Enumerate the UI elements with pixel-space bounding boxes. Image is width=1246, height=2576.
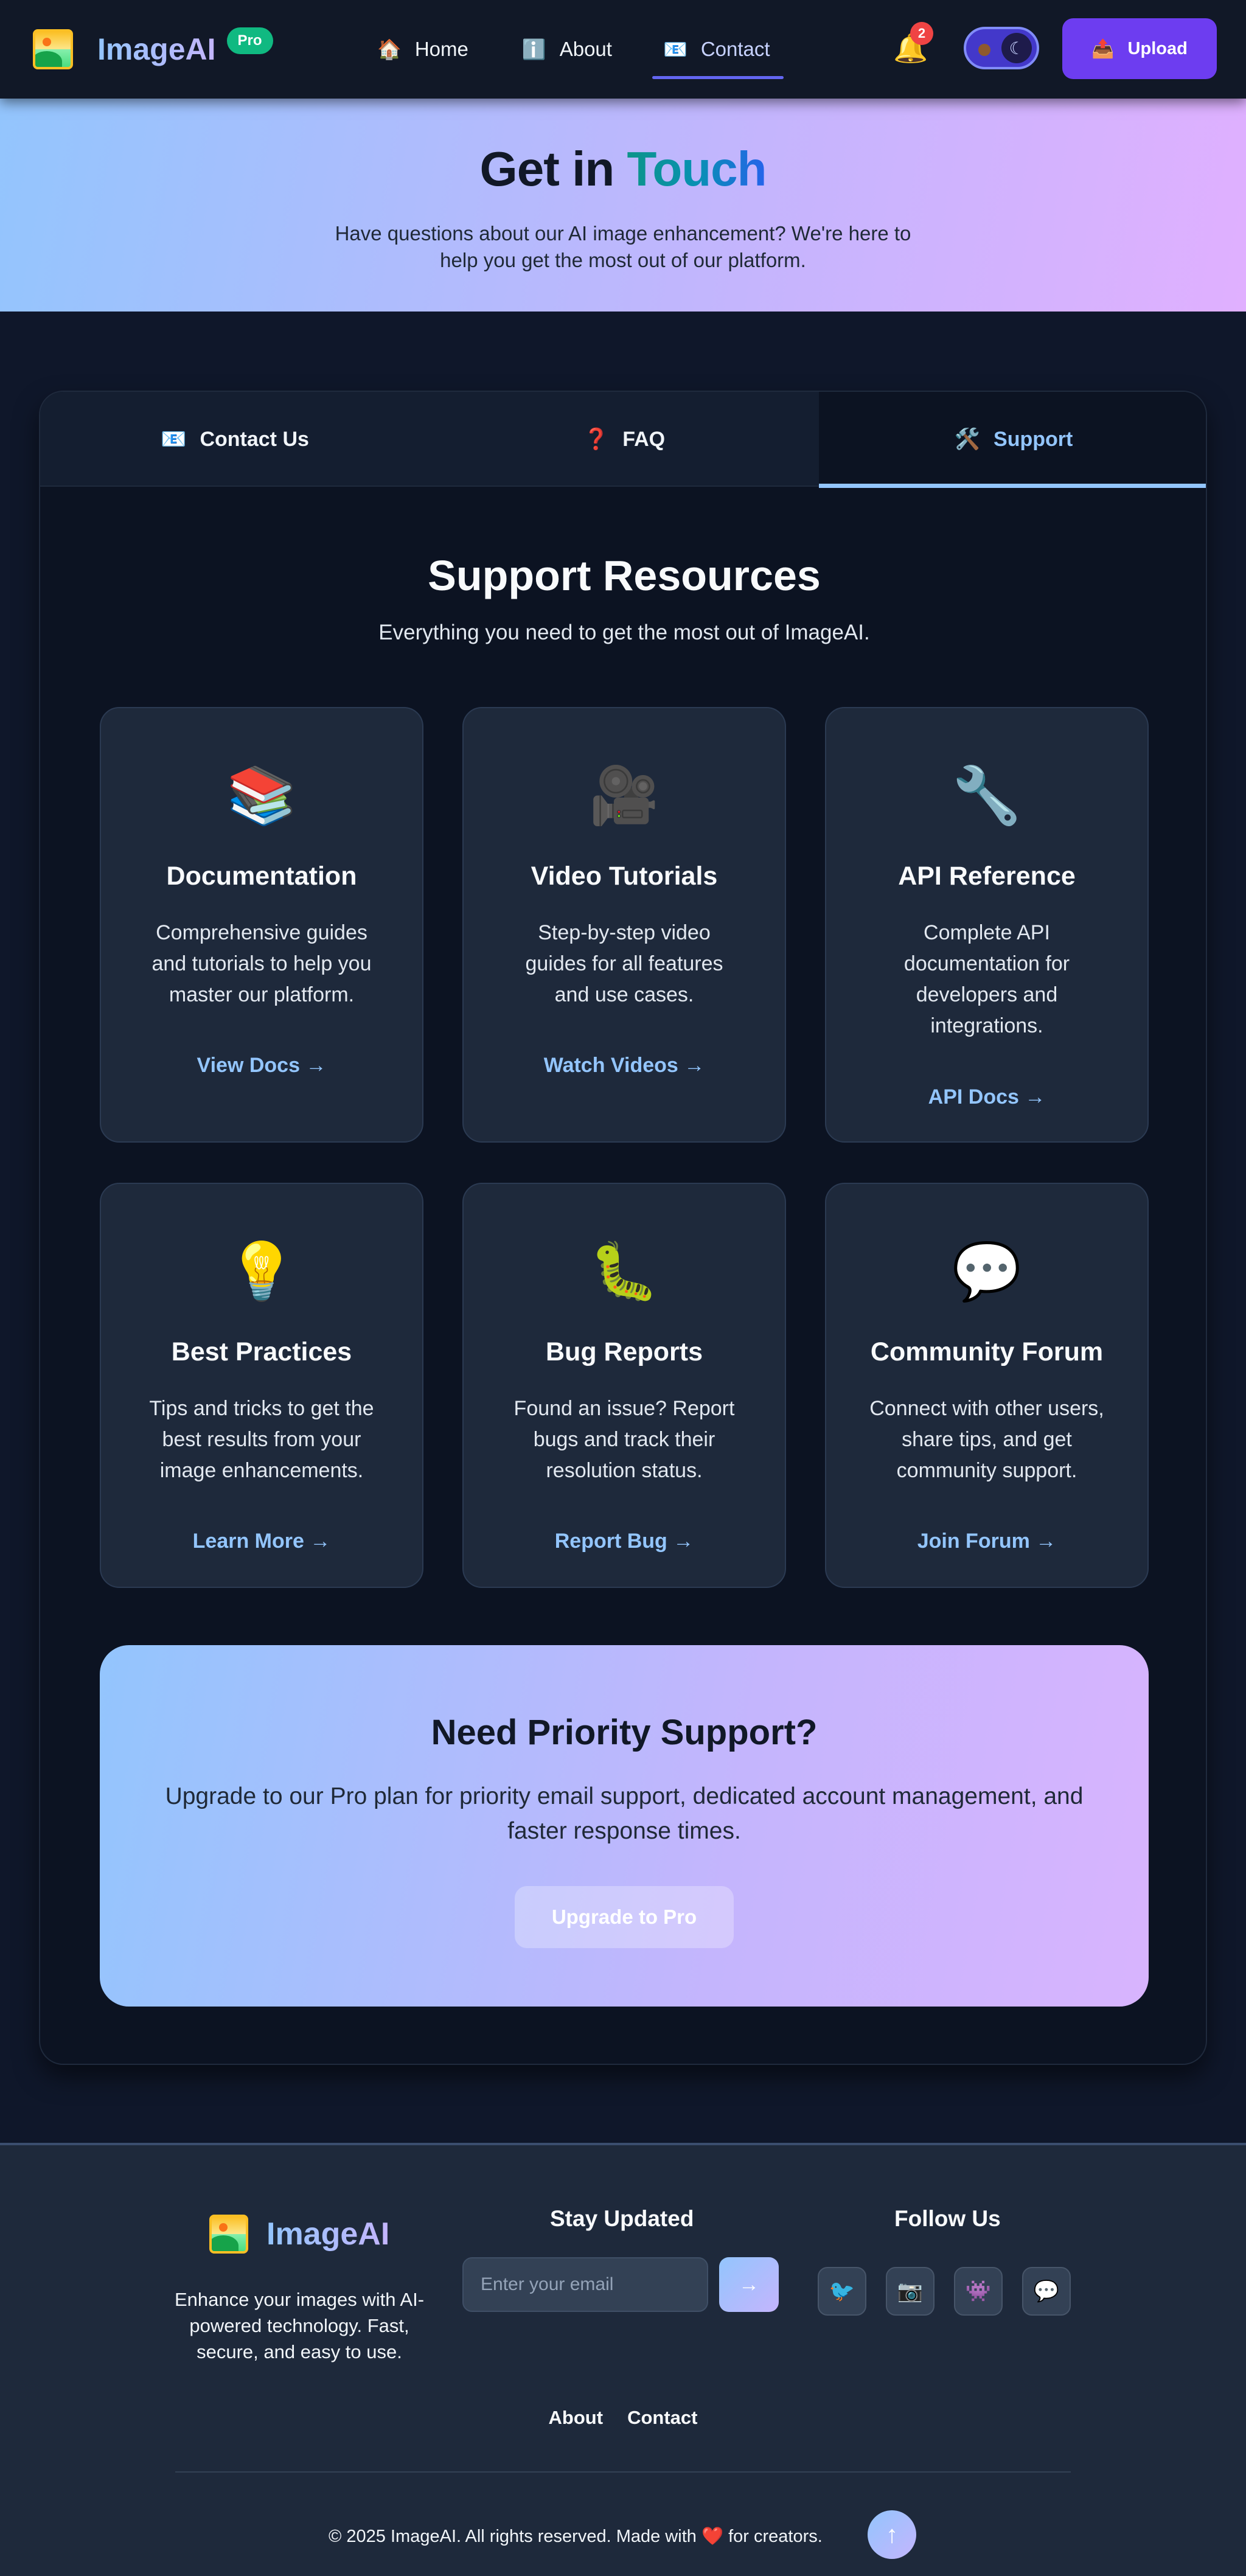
nav-links: 🏠 Home ℹ️ About 📧 Contact — [377, 0, 784, 99]
tab-label: Contact Us — [200, 427, 309, 451]
tab-bar: 📧 Contact Us ❓ FAQ 🛠️ Support — [40, 392, 1206, 488]
priority-title: Need Priority Support? — [431, 1713, 818, 1752]
upgrade-to-pro-button[interactable]: Upgrade to Pro — [515, 1886, 734, 1948]
nav-link-contact[interactable]: 📧 Contact — [652, 0, 784, 99]
card-description: Comprehensive guides and tutorials to he… — [151, 921, 372, 1006]
stay-updated-heading: Stay Updated — [550, 2206, 694, 2231]
join-forum-link[interactable]: Join Forum → — [826, 1530, 1147, 1553]
newsletter-submit-button[interactable]: → — [719, 2257, 779, 2312]
question-icon: ❓ — [583, 428, 610, 451]
nav-link-label: Contact — [700, 38, 770, 60]
hero-banner: Get in Touch Have questions about our AI… — [0, 99, 1246, 312]
footer-divider — [175, 2471, 1071, 2473]
priority-description: Upgrade to our Pro plan for priority ema… — [165, 1783, 1084, 1844]
notification-count-badge: 2 — [910, 22, 933, 45]
tab-contact-us[interactable]: 📧 Contact Us — [40, 392, 430, 487]
nav-link-label: About — [559, 38, 612, 60]
discord-icon[interactable]: 👾 — [954, 2267, 1003, 2316]
footer-link-contact[interactable]: Contact — [627, 2407, 697, 2429]
theme-toggle[interactable]: ☾ — [964, 27, 1039, 69]
tab-faq[interactable]: ❓ FAQ — [430, 392, 819, 487]
logo-image-icon — [209, 2215, 248, 2254]
upload-icon: 📤 — [1091, 38, 1115, 59]
video-camera-icon: 🎥 — [589, 765, 660, 827]
bug-icon: 🐛 — [589, 1241, 660, 1303]
scroll-to-top-button[interactable]: ↑ — [868, 2510, 916, 2559]
priority-support-banner: Need Priority Support? Upgrade to our Pr… — [100, 1645, 1149, 2007]
sun-icon — [978, 44, 990, 56]
books-icon: 📚 — [226, 765, 297, 827]
resource-card-documentation: 📚 Documentation Comprehensive guides and… — [100, 707, 423, 1143]
twitter-icon[interactable]: 🐦 — [818, 2267, 866, 2316]
heart-icon: ❤️ — [701, 2527, 724, 2546]
page-title: Get in Touch — [479, 142, 767, 196]
card-title: API Reference — [898, 862, 1076, 891]
card-title: Bug Reports — [546, 1337, 703, 1366]
email-icon: 📧 — [663, 38, 687, 60]
resource-card-community-forum: 💬 Community Forum Connect with other use… — [825, 1183, 1149, 1588]
card-description: Step-by-step video guides for all featur… — [525, 921, 723, 1006]
resource-card-bug-reports: 🐛 Bug Reports Found an issue? Report bug… — [462, 1183, 786, 1588]
card-description: Connect with other users, share tips, an… — [869, 1397, 1104, 1482]
house-icon: 🏠 — [377, 38, 402, 60]
instagram-icon[interactable]: 📷 — [886, 2267, 934, 2316]
view-docs-link[interactable]: View Docs → — [101, 1054, 422, 1077]
brand-name[interactable]: ImageAI — [97, 32, 216, 67]
api-docs-link[interactable]: API Docs → — [826, 1085, 1147, 1109]
chat-icon[interactable]: 💬 — [1022, 2267, 1071, 2316]
top-navbar: ImageAI Pro 🏠 Home ℹ️ About 📧 Contact 🔔 … — [0, 0, 1246, 99]
hero-subtitle: Have questions about our AI image enhanc… — [335, 222, 911, 271]
card-title: Community Forum — [870, 1337, 1104, 1366]
newsletter-email-input[interactable]: Enter your email — [462, 2257, 708, 2312]
footer-description: Enhance your images with AI-powered tech… — [174, 2289, 425, 2362]
tab-label: FAQ — [622, 427, 666, 451]
resource-card-best-practices: 💡 Best Practices Tips and tricks to get … — [100, 1183, 423, 1588]
card-description: Tips and tricks to get the best results … — [149, 1397, 374, 1482]
watch-videos-link[interactable]: Watch Videos → — [464, 1054, 785, 1077]
resource-card-video-tutorials: 🎥 Video Tutorials Step-by-step video gui… — [462, 707, 786, 1143]
tab-support[interactable]: 🛠️ Support — [819, 392, 1206, 488]
footer: ImageAI Enhance your images with AI-powe… — [0, 2143, 1246, 2576]
report-bug-link[interactable]: Report Bug → — [464, 1530, 785, 1553]
upload-button[interactable]: 📤 Upload — [1062, 18, 1217, 79]
copyright-text: © 2025 ImageAI. All rights reserved. Mad… — [329, 2527, 823, 2546]
moon-icon: ☾ — [1001, 33, 1032, 63]
card-title: Video Tutorials — [531, 862, 718, 891]
logo-image-icon[interactable] — [33, 29, 73, 69]
tools-icon: 🛠️ — [954, 428, 981, 451]
info-icon: ℹ️ — [521, 38, 546, 60]
tab-label: Support — [994, 427, 1073, 451]
nav-link-about[interactable]: ℹ️ About — [522, 0, 612, 99]
nav-link-home[interactable]: 🏠 Home — [377, 0, 468, 99]
resource-card-api-reference: 🔧 API Reference Complete API documentati… — [825, 707, 1149, 1143]
speech-bubble-icon: 💬 — [952, 1241, 1022, 1303]
learn-more-link[interactable]: Learn More → — [101, 1530, 422, 1553]
section-title: Support Resources — [428, 552, 821, 599]
card-description: Found an issue? Report bugs and track th… — [513, 1397, 735, 1482]
follow-us-heading: Follow Us — [894, 2206, 1001, 2231]
email-icon: 📧 — [161, 428, 187, 451]
card-title: Documentation — [166, 862, 357, 891]
contact-panel: 📧 Contact Us ❓ FAQ 🛠️ Support Support Re… — [39, 391, 1207, 2065]
footer-links: About Contact — [0, 2407, 1246, 2429]
footer-brand-name: ImageAI — [266, 2216, 390, 2252]
pro-badge: Pro — [226, 27, 273, 54]
section-subtitle: Everything you need to get the most out … — [378, 621, 870, 644]
footer-link-about[interactable]: About — [549, 2407, 604, 2429]
nav-link-label: Home — [414, 38, 468, 60]
wrench-icon: 🔧 — [952, 765, 1022, 827]
card-description: Complete API documentation for developer… — [903, 921, 1070, 1037]
lightbulb-icon: 💡 — [226, 1241, 297, 1303]
card-title: Best Practices — [171, 1337, 352, 1366]
footer-logo[interactable]: ImageAI — [209, 2215, 389, 2254]
upload-label: Upload — [1127, 38, 1188, 58]
